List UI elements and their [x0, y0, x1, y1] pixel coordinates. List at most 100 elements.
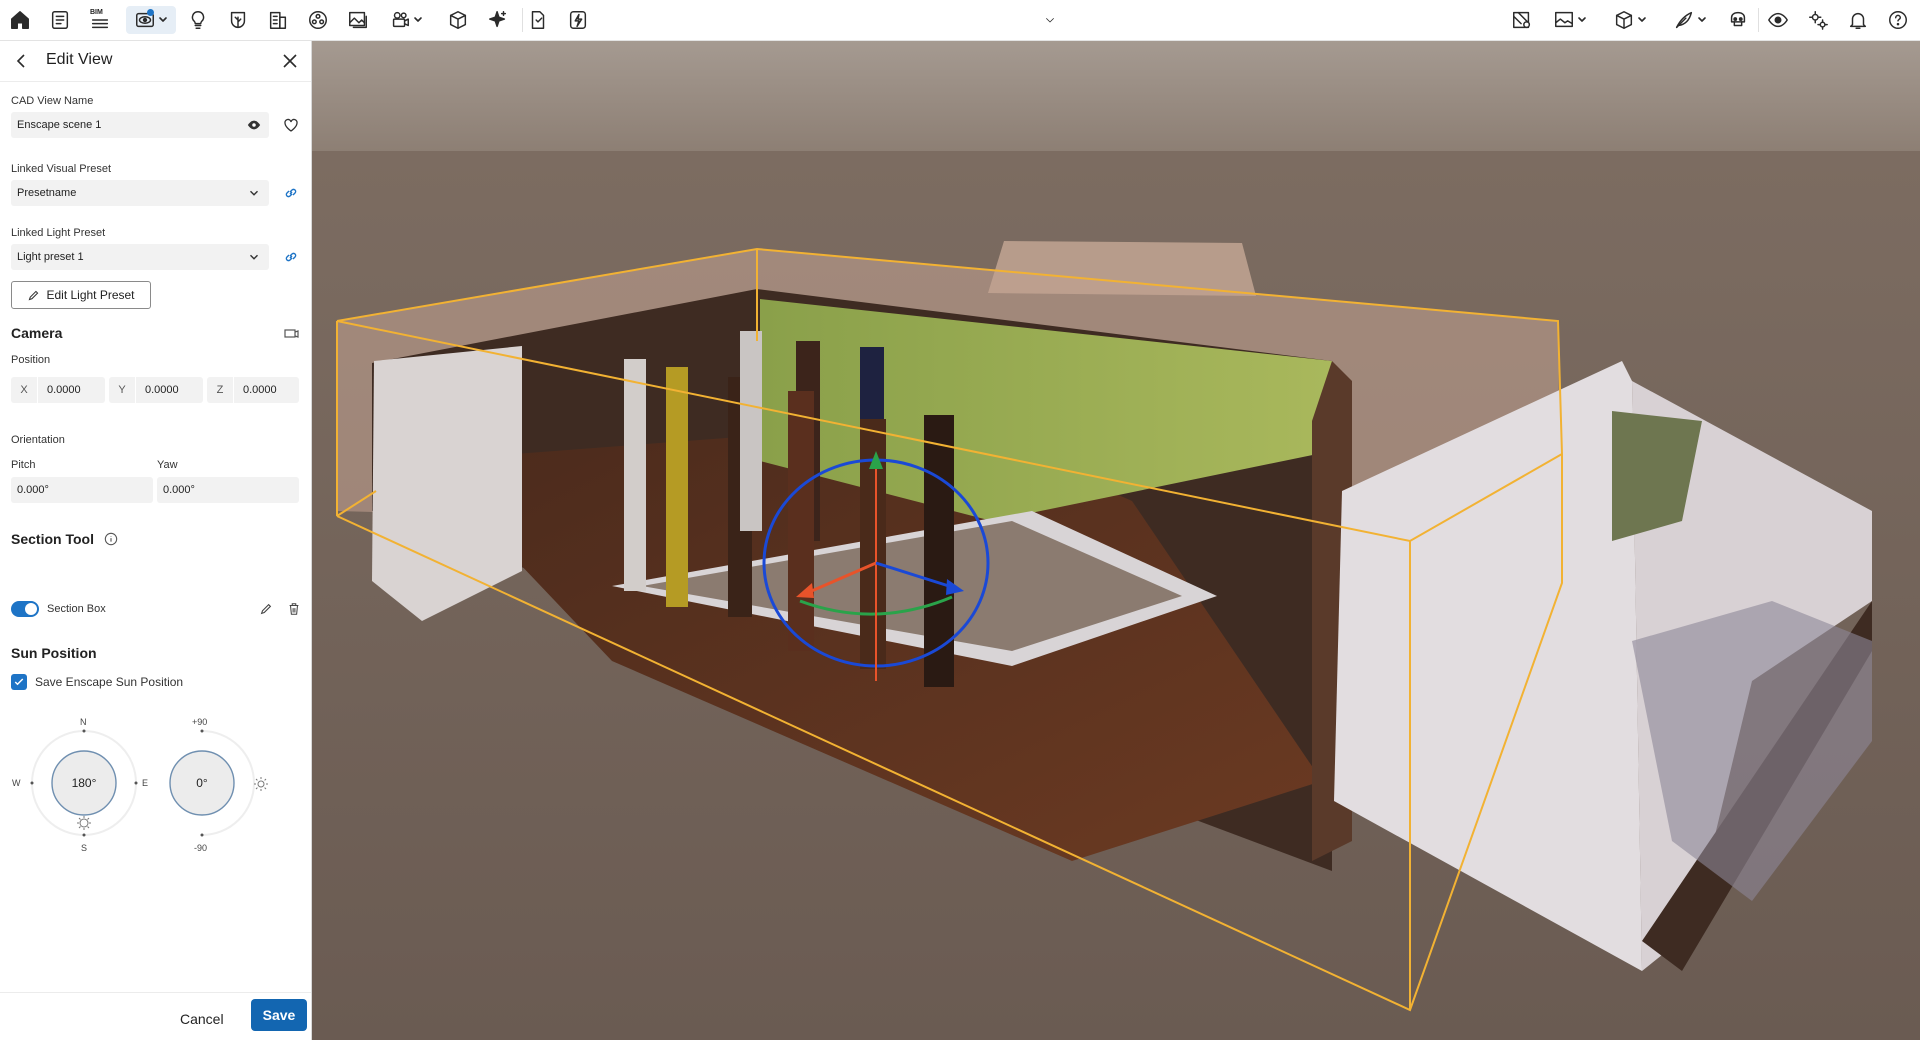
chevron-down-icon [159, 17, 167, 22]
3d-viewport[interactable] [312, 41, 1920, 1040]
back-arrow-icon[interactable] [12, 51, 32, 71]
linked-light-preset-value: Light preset 1 [17, 251, 84, 263]
info-icon[interactable] [104, 532, 118, 546]
edit-light-preset-button[interactable]: Edit Light Preset [11, 281, 151, 309]
section-tool-title: Section Tool [11, 531, 94, 547]
chevron-down-icon [1578, 17, 1586, 22]
linked-visual-preset-value: Presetname [17, 187, 77, 199]
panel-title: Edit View [46, 51, 113, 68]
pitch-value: 0.000° [17, 484, 49, 496]
x-axis-label: X [11, 377, 38, 403]
sparkle-icon[interactable] [484, 6, 512, 34]
z-value: 0.0000 [243, 384, 277, 396]
cancel-button[interactable]: Cancel [180, 1011, 224, 1027]
yaw-value: 0.000° [163, 484, 195, 496]
chevron-down-icon[interactable] [1036, 6, 1064, 34]
position-label: Position [11, 354, 51, 366]
save-sun-position-label: Save Enscape Sun Position [35, 675, 184, 689]
left-wall [372, 346, 522, 621]
camera-sync-icon[interactable] [283, 326, 299, 342]
document-export-icon[interactable] [524, 6, 552, 34]
edit-view-panel: Edit View CAD View Name Enscape scene 1 … [0, 41, 312, 1040]
trash-icon[interactable] [287, 602, 301, 616]
vr-headset-icon[interactable] [1724, 6, 1752, 34]
position-z-field[interactable]: Z 0.0000 [207, 377, 299, 403]
settings-icon[interactable] [1804, 6, 1832, 34]
cad-view-name-field[interactable]: Enscape scene 1 [11, 112, 269, 138]
notification-dot [147, 9, 154, 16]
bell-icon[interactable] [1844, 6, 1872, 34]
orientation-label: Orientation [11, 434, 65, 446]
cad-view-name-label: CAD View Name [11, 95, 94, 107]
linked-light-preset-select[interactable]: Light preset 1 [11, 244, 269, 270]
close-icon[interactable] [280, 51, 300, 71]
leaf-icon[interactable] [224, 6, 252, 34]
elevation-bottom: -90 [194, 843, 208, 853]
compass-n: N [80, 717, 87, 727]
link-icon[interactable] [283, 185, 299, 201]
chevron-down-icon [250, 190, 258, 196]
z-axis-label: Z [207, 377, 234, 403]
sun-icon [254, 777, 268, 791]
y-value: 0.0000 [145, 384, 179, 396]
chevron-down-icon [250, 254, 258, 260]
section-box-label: Section Box [47, 603, 106, 615]
feather-icon[interactable] [1668, 6, 1712, 34]
chevron-down-icon [1638, 17, 1646, 22]
position-y-field[interactable]: Y 0.0000 [109, 377, 203, 403]
chevron-down-icon [414, 17, 422, 22]
position-x-field[interactable]: X 0.0000 [11, 377, 105, 403]
image-icon[interactable] [344, 6, 372, 34]
link-icon[interactable] [283, 249, 299, 265]
view-eye-icon[interactable] [126, 6, 176, 34]
panel-header: Edit View [0, 41, 311, 82]
linked-visual-preset-label: Linked Visual Preset [11, 163, 112, 175]
pitch-field[interactable]: 0.000° [11, 477, 153, 503]
notes-icon[interactable] [46, 6, 74, 34]
pencil-icon [29, 290, 39, 300]
building-icon[interactable] [264, 6, 292, 34]
bim-list-icon[interactable]: BIM [86, 6, 114, 34]
top-toolbar: BIM [0, 0, 1920, 41]
elevation-top: +90 [192, 717, 208, 727]
camera-title: Camera [11, 325, 63, 341]
toolbar-divider [1758, 8, 1759, 32]
azimuth-value: 180° [71, 776, 97, 790]
help-icon[interactable] [1884, 6, 1912, 34]
edit-light-preset-label: Edit Light Preset [46, 288, 135, 302]
favorite-heart-icon[interactable] [283, 117, 299, 133]
save-sun-position-checkbox[interactable] [11, 674, 27, 690]
scene-render [312, 41, 1920, 1040]
image-settings-icon[interactable] [1548, 6, 1592, 34]
linked-light-preset-label: Linked Light Preset [11, 227, 106, 239]
sky [312, 41, 1920, 151]
cube-settings-icon[interactable] [1608, 6, 1652, 34]
visibility-eye-icon[interactable] [247, 118, 261, 132]
eye-icon[interactable] [1764, 6, 1792, 34]
elevation-value: 0° [196, 776, 208, 790]
compass-w: W [12, 778, 21, 788]
cad-view-name-value: Enscape scene 1 [17, 119, 102, 131]
section-box-toggle[interactable] [11, 601, 39, 617]
checkmark-icon [14, 678, 24, 686]
panel-footer: Cancel Save [0, 992, 311, 1041]
linked-visual-preset-select[interactable]: Presetname [11, 180, 269, 206]
video-icon[interactable] [384, 6, 428, 34]
bolt-icon[interactable] [564, 6, 592, 34]
pencil-icon[interactable] [259, 602, 273, 616]
compass-s: S [81, 843, 88, 853]
y-axis-label: Y [109, 377, 136, 403]
cube-icon[interactable] [444, 6, 472, 34]
x-value: 0.0000 [47, 384, 81, 396]
lightbulb-icon[interactable] [184, 6, 212, 34]
sun-position-title: Sun Position [11, 645, 97, 661]
asset-library-icon[interactable] [304, 6, 332, 34]
yaw-field[interactable]: 0.000° [157, 477, 299, 503]
home-icon[interactable] [6, 6, 34, 34]
yaw-label: Yaw [157, 459, 178, 471]
chevron-down-icon [1698, 17, 1706, 22]
bim-label: BIM [90, 9, 103, 16]
pitch-label: Pitch [11, 459, 36, 471]
save-button[interactable]: Save [251, 999, 307, 1031]
map-icon[interactable] [1508, 6, 1536, 34]
